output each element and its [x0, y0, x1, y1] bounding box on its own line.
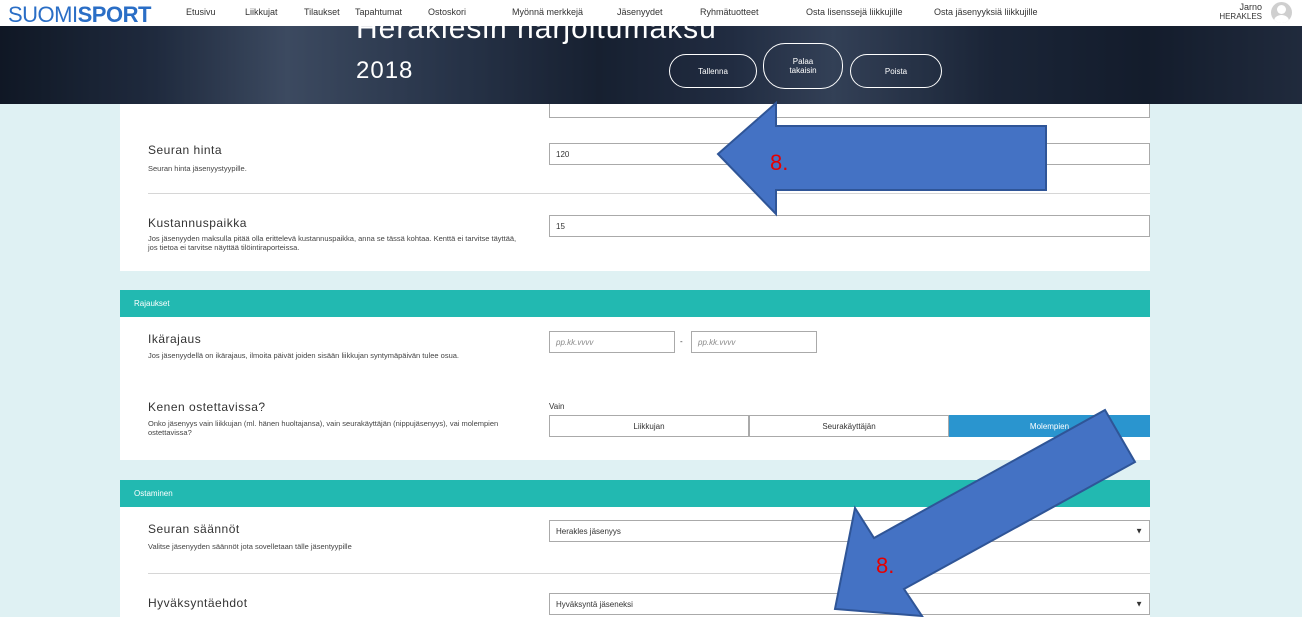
approval-terms-value: Hyväksyntä jäseneksi: [556, 599, 633, 609]
avatar-shoulders: [1274, 15, 1289, 23]
avatar[interactable]: [1271, 2, 1292, 23]
buyer-option-liikkujan[interactable]: Liikkujan: [549, 415, 749, 437]
age-limit-description: Jos jäsenyydellä on ikärajaus, ilmoita p…: [148, 351, 460, 360]
save-button[interactable]: Tallenna: [669, 54, 757, 88]
page-title-line1: Herakiesin harjoitumaksu: [356, 26, 717, 45]
cost-center-label: Kustannuspaikka: [148, 216, 247, 230]
age-limit-label: Ikärajaus: [148, 332, 202, 346]
restrictions-header: Rajaukset: [120, 290, 1150, 317]
club-rules-select[interactable]: Herakles jäsenyys ▼: [549, 520, 1150, 542]
club-price-input[interactable]: 120: [549, 143, 1150, 165]
buyer-label: Kenen ostettavissa?: [148, 400, 266, 414]
annotation-number-upper: 8.: [770, 150, 789, 175]
chevron-down-icon: ▼: [1135, 526, 1143, 536]
approval-terms-label: Hyväksyntäehdot: [148, 596, 248, 610]
nav-link-etusivu[interactable]: Etusivu: [186, 7, 216, 17]
back-button-line2: takaisin: [789, 66, 817, 75]
nav-link-myonna-merkkeja[interactable]: Myönnä merkkejä: [512, 7, 583, 17]
buyer-small-label: Vain: [549, 402, 565, 411]
purchasing-header: Ostaminen: [120, 480, 1150, 507]
buyer-description: Onko jäsenyys vain liikkujan (ml. hänen …: [148, 419, 499, 437]
cost-center-description: Jos jäsenyyden maksulla pitää olla eritt…: [148, 234, 517, 252]
age-from-input[interactable]: pp.kk.vvvv: [549, 331, 675, 353]
club-rules-label: Seuran säännöt: [148, 522, 240, 536]
user-info[interactable]: Jarno HERAKLES: [1219, 2, 1262, 22]
logo-part-suomi: SUOMI: [8, 2, 78, 27]
club-rules-value: Herakles jäsenyys: [556, 526, 621, 536]
cost-center-input[interactable]: 15: [549, 215, 1150, 237]
nav-link-tapahtumat[interactable]: Tapahtumat: [355, 7, 402, 17]
divider: [148, 573, 1150, 574]
user-name: Jarno: [1239, 2, 1262, 12]
nav-link-jasenyydet[interactable]: Jäsenyydet: [617, 7, 663, 17]
nav-link-ostoskori[interactable]: Ostoskori: [428, 7, 466, 17]
nav-link-ryhmatuotteet[interactable]: Ryhmätuotteet: [700, 7, 759, 17]
delete-button[interactable]: Poista: [850, 54, 942, 88]
buyer-option-seurakayttajan[interactable]: Seurakäyttäjän: [749, 415, 949, 437]
back-button-line1: Palaa: [792, 57, 814, 66]
top-navigation: SUOMISPORT Etusivu Liikkujat Tilaukset T…: [0, 0, 1302, 28]
club-price-description: Seuran hinta jäsenyystyypille.: [148, 164, 247, 173]
club-rules-description: Valitse jäsenyyden säännöt jota sovellet…: [148, 542, 352, 551]
divider: [148, 193, 1150, 194]
nav-link-osta-lisensseja[interactable]: Osta lisenssejä liikkujille: [806, 7, 903, 17]
avatar-head: [1277, 5, 1286, 14]
back-button[interactable]: Palaa takaisin: [763, 43, 843, 89]
approval-terms-select[interactable]: Hyväksyntä jäseneksi ▼: [549, 593, 1150, 615]
club-price-label: Seuran hinta: [148, 143, 223, 157]
suomisport-logo[interactable]: SUOMISPORT: [8, 2, 151, 28]
nav-link-osta-jasenyyksia[interactable]: Osta jäsenyyksiä liikkujille: [934, 7, 1038, 17]
hero-banner: Herakiesin harjoitumaksu 2018 Tallenna P…: [0, 26, 1302, 104]
chevron-down-icon: ▼: [1135, 599, 1143, 609]
date-separator: -: [680, 337, 683, 346]
page-title-line2: 2018: [356, 57, 414, 84]
nav-link-tilaukset[interactable]: Tilaukset: [304, 7, 340, 17]
age-to-input[interactable]: pp.kk.vvvv: [691, 331, 817, 353]
buyer-option-molempien[interactable]: Molempien: [949, 415, 1150, 437]
logo-part-sport: SPORT: [77, 2, 152, 27]
nav-link-liikkujat[interactable]: Liikkujat: [245, 7, 278, 17]
annotation-number-lower: 8.: [876, 553, 895, 578]
description-textarea[interactable]: [549, 104, 1150, 118]
user-organization: HERAKLES: [1219, 12, 1262, 21]
